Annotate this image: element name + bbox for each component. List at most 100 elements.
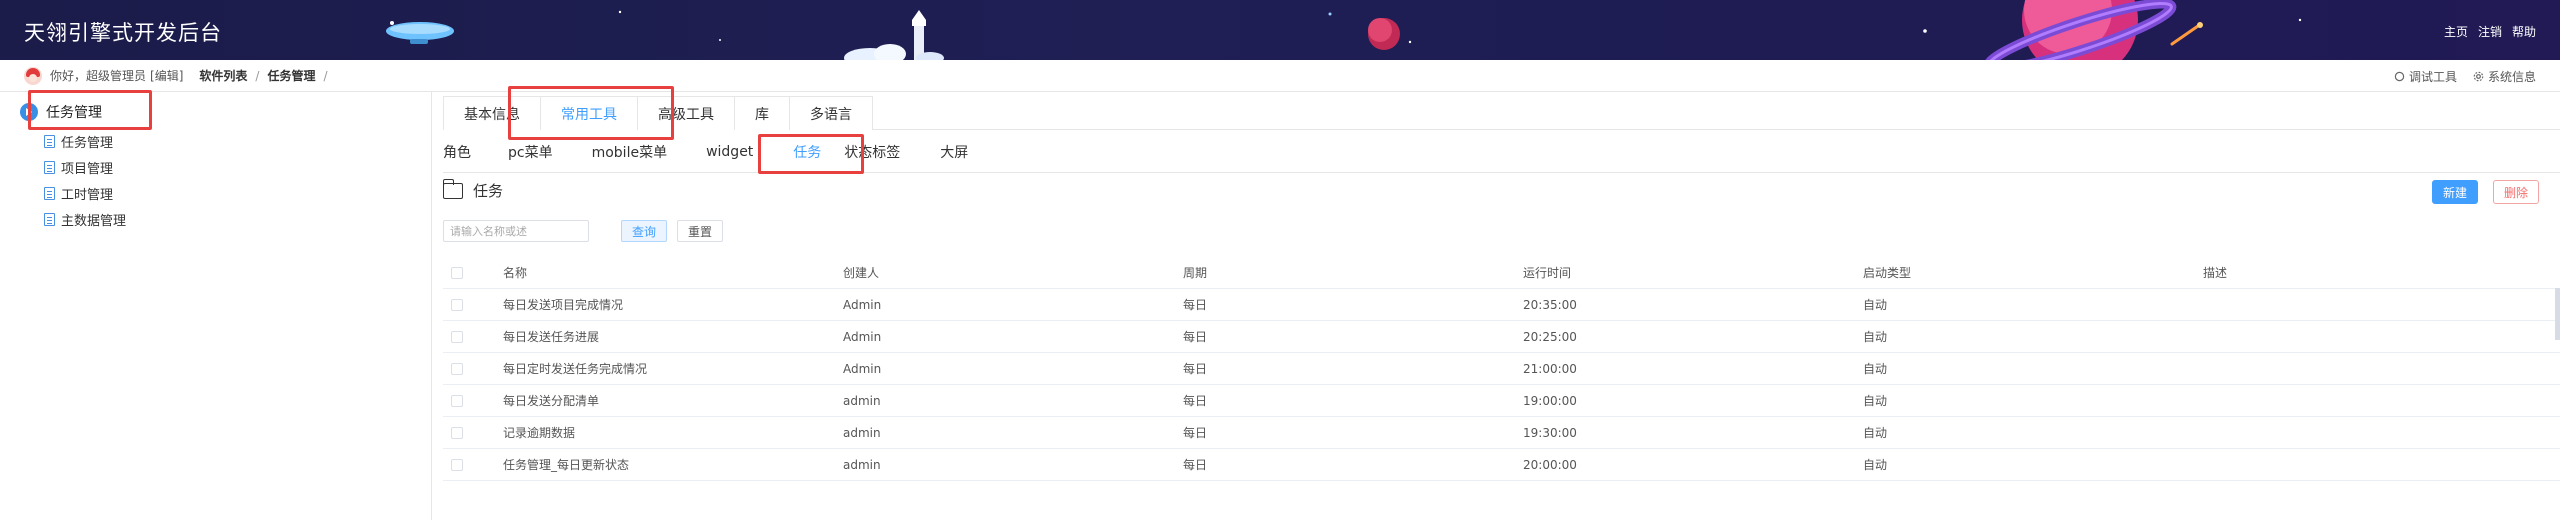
- subnav-status-tag[interactable]: 状态标签: [844, 142, 940, 162]
- breadcrumb: 软件列表 / 任务管理 /: [199, 67, 327, 84]
- column-header-run-time: 运行时间: [1523, 266, 1572, 280]
- cell-run-time: 20:00:00: [1523, 457, 1577, 472]
- cell-name: 记录逾期数据: [503, 426, 576, 440]
- row-checkbox[interactable]: [451, 458, 463, 471]
- section-title: 任务: [473, 182, 504, 200]
- sidebar-root-task-management[interactable]: 任务管理: [20, 102, 102, 122]
- logout-link[interactable]: 注销: [2478, 23, 2502, 40]
- circle-icon: [2394, 71, 2405, 82]
- sidebar-list: 任务管理 项目管理 工时管理 主数据管理: [44, 128, 126, 232]
- sidebar-item-master-data[interactable]: 主数据管理: [44, 206, 126, 232]
- breadcrumb-separator: /: [255, 68, 260, 83]
- subnav-big-screen[interactable]: 大屏: [940, 142, 986, 162]
- cell-creator: Admin: [843, 361, 882, 376]
- table-row[interactable]: 每日发送分配清单 admin 每日 19:00:00 自动: [443, 385, 2560, 417]
- cell-start-type: 自动: [1863, 394, 1888, 408]
- cell-cycle: 每日: [1183, 298, 1208, 312]
- sidebar-item-task-management[interactable]: 任务管理: [44, 128, 126, 154]
- cell-cycle: 每日: [1183, 394, 1208, 408]
- tab-common-tools[interactable]: 常用工具: [540, 96, 638, 130]
- reset-button[interactable]: 重置: [677, 220, 724, 242]
- table-row[interactable]: 记录逾期数据 admin 每日 19:30:00 自动: [443, 417, 2560, 449]
- document-icon: [44, 212, 55, 226]
- cell-cycle: 每日: [1183, 330, 1208, 344]
- row-checkbox[interactable]: [451, 426, 463, 439]
- system-info-button[interactable]: 系统信息: [2473, 68, 2536, 85]
- cell-name: 每日发送任务进展: [503, 330, 600, 344]
- cell-name: 任务管理_每日更新状态: [503, 458, 630, 472]
- table-row[interactable]: 任务管理_每日更新状态 admin 每日 20:00:00 自动: [443, 449, 2560, 481]
- system-info-label: 系统信息: [2487, 70, 2536, 84]
- row-checkbox[interactable]: [451, 330, 463, 343]
- tab-library[interactable]: 库: [734, 96, 790, 130]
- task-table: 名称 创建人 周期 运行时间 启动类型 描述 每日发送项目完成情况 Admin …: [443, 257, 2560, 481]
- cell-run-time: 20:25:00: [1523, 329, 1577, 344]
- cell-cycle: 每日: [1183, 426, 1208, 440]
- table-row[interactable]: 每日发送项目完成情况 Admin 每日 20:35:00 自动: [443, 289, 2560, 321]
- cell-creator: admin: [843, 425, 881, 440]
- system-tools: 调试工具 系统信息: [2394, 68, 2536, 85]
- cell-cycle: 每日: [1183, 458, 1208, 472]
- main-content: 基本信息 常用工具 高级工具 库 多语言 角色 pc菜单 mobile菜单 wi…: [433, 92, 2560, 520]
- table-row[interactable]: 每日发送任务进展 Admin 每日 20:25:00 自动: [443, 321, 2560, 353]
- document-icon: [44, 134, 55, 148]
- table-row[interactable]: 每日定时发送任务完成情况 Admin 每日 21:00:00 自动: [443, 353, 2560, 385]
- cell-run-time: 19:00:00: [1523, 393, 1577, 408]
- cell-run-time: 21:00:00: [1523, 361, 1577, 376]
- document-icon: [44, 160, 55, 174]
- greeting-text: 你好，超级管理员: [50, 69, 147, 83]
- column-header-cycle: 周期: [1183, 266, 1208, 280]
- scrollbar-thumb[interactable]: [2555, 288, 2560, 340]
- home-link[interactable]: 主页: [2444, 23, 2468, 40]
- breadcrumb-separator: /: [323, 68, 328, 83]
- delete-button[interactable]: 删除: [2493, 180, 2540, 204]
- subnav-task[interactable]: 任务: [793, 142, 844, 162]
- help-link[interactable]: 帮助: [2512, 23, 2536, 40]
- sidebar-item-label: 任务管理: [61, 135, 114, 151]
- divider: [443, 172, 2560, 173]
- cell-cycle: 每日: [1183, 362, 1208, 376]
- column-header-start-type: 启动类型: [1863, 266, 1912, 280]
- cell-start-type: 自动: [1863, 426, 1888, 440]
- sidebar-item-work-hours[interactable]: 工时管理: [44, 180, 126, 206]
- search-input[interactable]: [443, 220, 589, 242]
- new-button[interactable]: 新建: [2432, 180, 2479, 204]
- cell-start-type: 自动: [1863, 298, 1888, 312]
- subnav-widget[interactable]: widget: [706, 144, 793, 160]
- common-tools-subnav: 角色 pc菜单 mobile菜单 widget 任务 状态标签 大屏: [443, 138, 986, 166]
- query-button[interactable]: 查询: [621, 220, 668, 242]
- breadcrumb-task-management[interactable]: 任务管理: [267, 67, 315, 84]
- sidebar-tree: 任务管理 任务管理 项目管理 工时管理 主数据管理: [0, 92, 432, 520]
- debug-tools-button[interactable]: 调试工具: [2394, 68, 2457, 85]
- tool-tabs: 基本信息 常用工具 高级工具 库 多语言: [443, 96, 2560, 130]
- cell-creator: Admin: [843, 297, 882, 312]
- top-links: 主页 注销 帮助: [2444, 23, 2536, 40]
- cell-creator: Admin: [843, 329, 882, 344]
- tab-advanced-tools[interactable]: 高级工具: [637, 96, 735, 130]
- select-all-checkbox[interactable]: [451, 266, 463, 279]
- subnav-mobile-menu[interactable]: mobile菜单: [592, 142, 706, 162]
- column-header-creator: 创建人: [843, 266, 880, 280]
- tab-multilingual[interactable]: 多语言: [789, 96, 873, 130]
- avatar: [24, 66, 42, 85]
- row-checkbox[interactable]: [451, 298, 463, 311]
- cell-creator: admin: [843, 393, 881, 408]
- sidebar-item-label: 项目管理: [61, 161, 114, 177]
- document-icon: [44, 186, 55, 200]
- edit-profile-link[interactable]: [编辑]: [150, 67, 183, 84]
- subnav-pc-menu[interactable]: pc菜单: [508, 142, 592, 162]
- folder-icon: [442, 178, 463, 199]
- cell-name: 每日发送分配清单: [503, 394, 600, 408]
- cell-name: 每日定时发送任务完成情况: [503, 362, 648, 376]
- row-checkbox[interactable]: [451, 394, 463, 407]
- row-checkbox[interactable]: [451, 362, 463, 375]
- sidebar-root-label: 任务管理: [46, 105, 102, 121]
- section-header: 任务: [442, 178, 504, 201]
- tab-basic-info[interactable]: 基本信息: [443, 96, 541, 130]
- debug-tools-label: 调试工具: [2408, 70, 2457, 84]
- cell-run-time: 20:35:00: [1523, 297, 1577, 312]
- subnav-role[interactable]: 角色: [443, 142, 508, 162]
- sidebar-item-project-management[interactable]: 项目管理: [44, 154, 126, 180]
- cell-creator: admin: [843, 457, 881, 472]
- breadcrumb-software-list[interactable]: 软件列表: [199, 67, 247, 84]
